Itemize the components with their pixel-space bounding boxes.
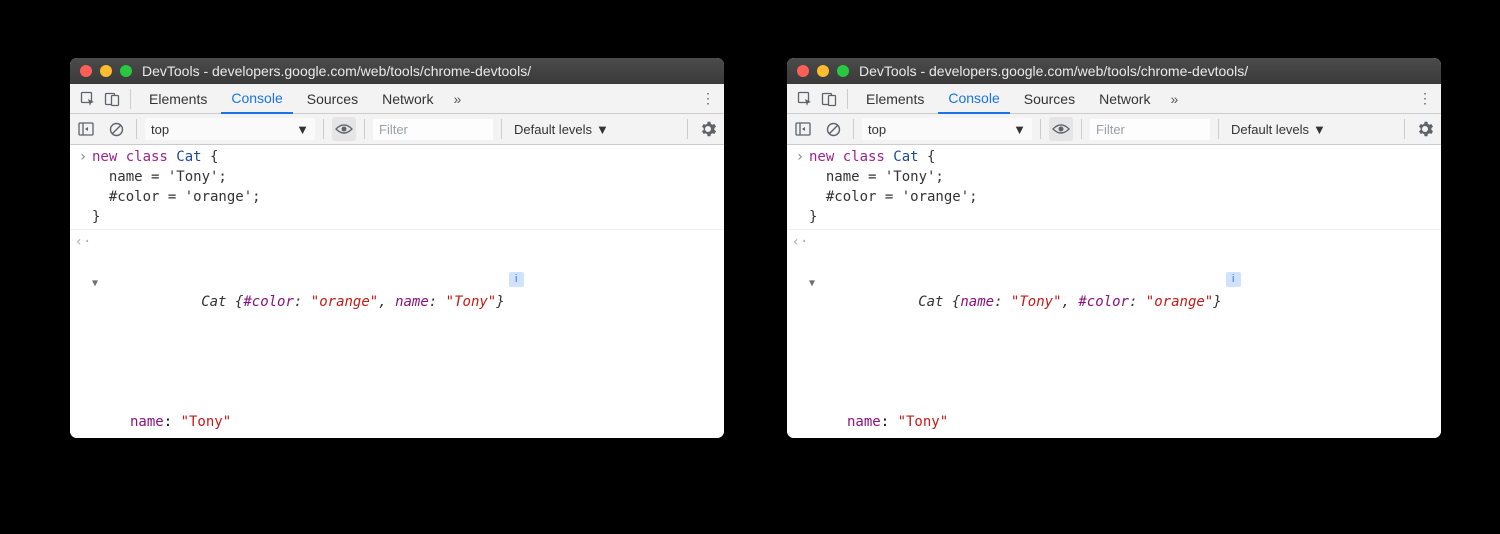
filter-input[interactable] — [1090, 119, 1210, 140]
object-summary[interactable]: Cat {#color: "orange", name: "Tony"} i — [92, 272, 718, 332]
separator — [847, 89, 848, 109]
separator — [687, 119, 688, 139]
separator — [1218, 119, 1219, 139]
inspect-icon[interactable] — [78, 89, 98, 109]
tab-elements[interactable]: Elements — [139, 84, 217, 114]
device-mode-icon[interactable] — [102, 89, 122, 109]
separator — [501, 119, 502, 139]
devtools-window-right: DevTools - developers.google.com/web/too… — [787, 58, 1441, 438]
levels-label: Default levels — [1231, 122, 1309, 137]
titlebar[interactable]: DevTools - developers.google.com/web/too… — [70, 58, 724, 84]
minimize-button[interactable] — [100, 65, 112, 77]
clear-console-icon[interactable] — [821, 117, 845, 141]
separator — [1081, 119, 1082, 139]
console-toolbar: top ▼ Default levels ▼ — [70, 114, 724, 145]
console-sidebar-toggle-icon[interactable] — [74, 117, 98, 141]
separator — [364, 119, 365, 139]
tabs-overflow-icon[interactable]: » — [1164, 91, 1184, 107]
tab-console[interactable]: Console — [938, 84, 1009, 114]
separator — [853, 119, 854, 139]
console-input-code: new class Cat { name = 'Tony'; #color = … — [92, 147, 718, 227]
titlebar[interactable]: DevTools - developers.google.com/web/too… — [787, 58, 1441, 84]
levels-label: Default levels — [514, 122, 592, 137]
output-content: Cat {#color: "orange", name: "Tony"} i n… — [92, 232, 718, 438]
console-input-code: new class Cat { name = 'Tony'; #color = … — [809, 147, 1435, 227]
property-row[interactable]: name: "Tony" — [835, 412, 1435, 432]
console-settings-icon[interactable] — [1413, 117, 1437, 141]
property-row[interactable]: name: "Tony" — [118, 412, 718, 432]
clear-console-icon[interactable] — [104, 117, 128, 141]
tab-elements[interactable]: Elements — [856, 84, 934, 114]
console-output-row: ‹· Cat {#color: "orange", name: "Tony"} … — [70, 230, 724, 438]
chevron-down-icon: ▼ — [1013, 122, 1026, 137]
devtools-menu-icon[interactable]: ⋮ — [1418, 90, 1433, 107]
traffic-lights — [80, 65, 132, 77]
return-icon: ‹· — [74, 232, 92, 438]
context-label: top — [868, 122, 886, 137]
log-levels-select[interactable]: Default levels ▼ — [510, 122, 613, 137]
expand-icon[interactable] — [809, 272, 815, 294]
info-icon[interactable]: i — [509, 272, 524, 287]
chevron-down-icon: ▼ — [1313, 122, 1326, 137]
device-mode-icon[interactable] — [819, 89, 839, 109]
close-button[interactable] — [797, 65, 809, 77]
close-button[interactable] — [80, 65, 92, 77]
maximize-button[interactable] — [837, 65, 849, 77]
log-levels-select[interactable]: Default levels ▼ — [1227, 122, 1330, 137]
live-expression-icon[interactable] — [1049, 117, 1073, 141]
console-toolbar: top ▼ Default levels ▼ — [787, 114, 1441, 145]
execution-context-select[interactable]: top ▼ — [145, 118, 315, 140]
separator — [1404, 119, 1405, 139]
prompt-icon: › — [791, 147, 809, 227]
live-expression-icon[interactable] — [332, 117, 356, 141]
tab-sources[interactable]: Sources — [297, 84, 368, 114]
object-properties: name: "Tony" __proto__: Object — [92, 372, 718, 438]
console-settings-icon[interactable] — [696, 117, 720, 141]
filter-input[interactable] — [373, 119, 493, 140]
prompt-icon: › — [74, 147, 92, 227]
window-title: DevTools - developers.google.com/web/too… — [142, 63, 531, 79]
console-sidebar-toggle-icon[interactable] — [791, 117, 815, 141]
output-content: Cat {name: "Tony", #color: "orange"} i n… — [809, 232, 1435, 438]
traffic-lights — [797, 65, 849, 77]
devtools-window-left: DevTools - developers.google.com/web/too… — [70, 58, 724, 438]
window-title: DevTools - developers.google.com/web/too… — [859, 63, 1248, 79]
maximize-button[interactable] — [120, 65, 132, 77]
tab-network[interactable]: Network — [1089, 84, 1160, 114]
tabs-overflow-icon[interactable]: » — [447, 91, 467, 107]
execution-context-select[interactable]: top ▼ — [862, 118, 1032, 140]
separator — [323, 119, 324, 139]
devtools-tabbar: Elements Console Sources Network » ⋮ — [787, 84, 1441, 114]
tab-network[interactable]: Network — [372, 84, 443, 114]
minimize-button[interactable] — [817, 65, 829, 77]
devtools-menu-icon[interactable]: ⋮ — [701, 90, 716, 107]
tab-sources[interactable]: Sources — [1014, 84, 1085, 114]
inspect-icon[interactable] — [795, 89, 815, 109]
separator — [130, 89, 131, 109]
info-icon[interactable]: i — [1226, 272, 1241, 287]
console-body[interactable]: › new class Cat { name = 'Tony'; #color … — [70, 145, 724, 438]
chevron-down-icon: ▼ — [296, 122, 309, 137]
object-properties: name: "Tony" #color: "orange" __proto__:… — [809, 372, 1435, 438]
chevron-down-icon: ▼ — [596, 122, 609, 137]
expand-icon[interactable] — [92, 272, 98, 294]
separator — [136, 119, 137, 139]
context-label: top — [151, 122, 169, 137]
return-icon: ‹· — [791, 232, 809, 438]
object-summary[interactable]: Cat {name: "Tony", #color: "orange"} i — [809, 272, 1435, 332]
console-input-row: › new class Cat { name = 'Tony'; #color … — [70, 145, 724, 230]
tab-console[interactable]: Console — [221, 84, 292, 114]
separator — [1040, 119, 1041, 139]
console-output-row: ‹· Cat {name: "Tony", #color: "orange"} … — [787, 230, 1441, 438]
devtools-tabbar: Elements Console Sources Network » ⋮ — [70, 84, 724, 114]
console-input-row: › new class Cat { name = 'Tony'; #color … — [787, 145, 1441, 230]
console-body[interactable]: › new class Cat { name = 'Tony'; #color … — [787, 145, 1441, 438]
